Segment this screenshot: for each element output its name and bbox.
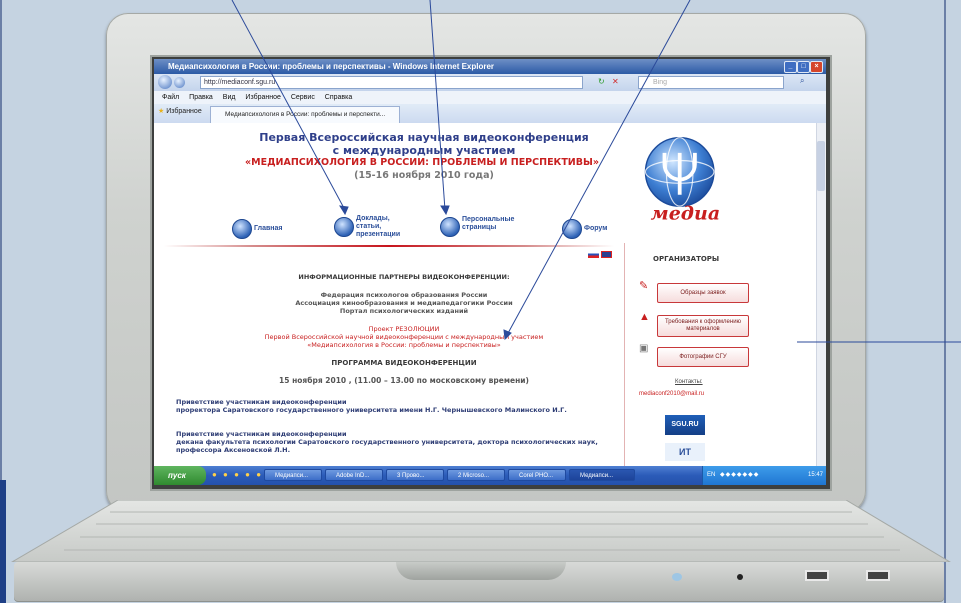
requirements-button[interactable]: Требования к оформлению материалов xyxy=(657,315,749,337)
person-icon xyxy=(440,217,460,237)
flag-ru-icon[interactable] xyxy=(588,251,599,258)
nav-home-label: Главная xyxy=(254,225,283,232)
nav-bar: Главная Доклады, статьи, презентации Пер… xyxy=(154,213,624,243)
task-1[interactable]: Медиапси... xyxy=(264,469,322,481)
contacts-label: Контакты: xyxy=(675,379,703,385)
sgu-logo[interactable]: SGU.RU xyxy=(665,415,705,435)
scrollbar-thumb[interactable] xyxy=(817,141,825,191)
stop-icon[interactable]: ✕ xyxy=(612,77,619,86)
partner-3[interactable]: Портал психологических изданий xyxy=(214,307,594,315)
page-title-line2: с международным участием xyxy=(332,144,516,157)
lid-latch xyxy=(396,562,566,580)
sgu-logo-text: SGU.RU xyxy=(671,421,699,428)
page-title-line1: Первая Всероссийская научная видеоконфер… xyxy=(259,131,589,144)
search-icon[interactable]: ⌕ xyxy=(800,76,804,86)
sidebar-header: ОРГАНИЗАТОРЫ xyxy=(653,255,720,263)
menu-view[interactable]: Вид xyxy=(223,94,236,101)
resolution-title[interactable]: Проект РЕЗОЛЮЦИИ xyxy=(214,325,594,333)
nav-personal-label: Персональные страницы xyxy=(462,216,515,231)
forward-button[interactable] xyxy=(174,77,185,88)
task-6[interactable]: Медиапси... xyxy=(569,469,635,481)
program-header: ПРОГРАММА ВИДЕОКОНФЕРЕНЦИИ xyxy=(331,359,477,367)
laptop-screen: Медиапсихология в России: проблемы и пер… xyxy=(154,59,826,485)
window-title-bar: Медиапсихология в России: проблемы и пер… xyxy=(154,59,826,74)
pencil-icon: ✎ xyxy=(639,280,649,292)
nav-forum-label: Форум xyxy=(584,225,608,232)
partner-logo-text: ИТ xyxy=(679,447,691,457)
star-icon: ★ xyxy=(158,108,167,115)
favorites-label: Избранное xyxy=(166,108,202,115)
partner-logo[interactable]: ИТ xyxy=(665,443,705,461)
task-2[interactable]: Adobe InD... xyxy=(325,469,383,481)
maximize-button[interactable]: □ xyxy=(797,61,810,73)
usb-port-2-icon xyxy=(866,570,890,581)
system-tray: EN ◆◆◆◆◆◆◆ 15:47 xyxy=(702,466,826,485)
resolution-line1[interactable]: Первой Всероссийской научной видеоконфер… xyxy=(194,333,614,341)
back-button[interactable] xyxy=(158,75,172,89)
samples-button[interactable]: Образцы заявок xyxy=(657,283,749,303)
power-led-icon xyxy=(672,573,682,581)
partner-1[interactable]: Федерация психологов образования России xyxy=(214,291,594,299)
greeting2-body: декана факультета психологии Саратовског… xyxy=(176,438,598,454)
program-date: 15 ноября 2010 , (11.00 – 13.00 по моско… xyxy=(279,376,529,385)
clock: 15:47 xyxy=(807,472,823,478)
usb-port-1-icon xyxy=(805,570,829,581)
warning-icon: ▲ xyxy=(639,311,650,323)
tab-active[interactable]: Медиапсихология в России: проблемы и пер… xyxy=(210,106,400,123)
menu-favorites[interactable]: Избранное xyxy=(245,94,280,101)
partners-header: ИНФОРМАЦИОННЫЕ ПАРТНЕРЫ ВИДЕОКОНФЕРЕНЦИИ… xyxy=(298,273,510,281)
address-input[interactable]: http://mediaconf.sgu.ru xyxy=(200,76,583,89)
flag-en-icon[interactable] xyxy=(601,251,612,258)
headphone-jack-icon xyxy=(737,574,743,580)
nav-divider xyxy=(164,245,614,247)
greeting1-body: проректора Саратовского государственного… xyxy=(176,406,567,414)
nav-reports-label: Доклады, статьи, презентации xyxy=(356,215,401,238)
refresh-icon[interactable]: ↻ xyxy=(598,77,605,86)
task-5[interactable]: Corel PHO... xyxy=(508,469,566,481)
start-button[interactable]: пуск xyxy=(154,466,206,485)
menu-edit[interactable]: Правка xyxy=(189,94,213,101)
taskbar: пуск ● ● ● ● ● Медиапси... Adobe InD... … xyxy=(154,466,826,485)
page-content: Первая Всероссийская научная видеоконфер… xyxy=(154,123,816,466)
media-logo: медиа xyxy=(644,136,721,224)
close-button[interactable]: × xyxy=(810,61,823,73)
task-4[interactable]: 2 Microso... xyxy=(447,469,505,481)
task-3[interactable]: 3 Прово... xyxy=(386,469,444,481)
forum-icon xyxy=(562,219,582,239)
logo-text: медиа xyxy=(651,202,721,224)
language-indicator[interactable]: EN xyxy=(707,472,715,478)
menu-help[interactable]: Справка xyxy=(325,94,352,101)
laptop-keyboard-deck xyxy=(11,500,951,562)
resolution-line2[interactable]: «Медиапсихология в России: проблемы и пе… xyxy=(214,341,594,349)
tray-icons[interactable]: ◆◆◆◆◆◆◆ xyxy=(720,472,759,478)
home-icon xyxy=(232,219,252,239)
language-flags xyxy=(588,251,614,259)
window-title: Медиапсихология в России: проблемы и пер… xyxy=(168,62,495,71)
favorites-button[interactable]: ★ Избранное xyxy=(158,107,202,115)
minimize-button[interactable]: _ xyxy=(784,61,797,73)
search-input[interactable]: Bing xyxy=(638,76,784,89)
page-title-line4: (15-16 ноября 2010 года) xyxy=(354,170,494,181)
address-toolbar: http://mediaconf.sgu.ru ↻ ✕ Bing ⌕ xyxy=(154,74,826,91)
sidebar: ОРГАНИЗАТОРЫ ✎ Образцы заявок ▲ Требован… xyxy=(624,243,815,466)
menu-tools[interactable]: Сервис xyxy=(291,94,315,101)
quicklaunch-icons[interactable]: ● ● ● ● ● xyxy=(212,470,263,479)
contact-email[interactable]: mediaconf2010@mail.ru xyxy=(639,391,704,397)
document-icon xyxy=(334,217,354,237)
camera-icon: ▣ xyxy=(639,343,649,354)
search-placeholder: Bing xyxy=(653,79,668,86)
photos-button[interactable]: Фотографии СГУ xyxy=(657,347,749,367)
menu-bar: Файл Правка Вид Избранное Сервис Справка xyxy=(154,91,826,104)
greeting1-title: Приветствие участникам видеоконференции xyxy=(176,398,347,406)
tab-bar: ★ Избранное Медиапсихология в России: пр… xyxy=(154,104,826,124)
greeting2-title: Приветствие участникам видеоконференции xyxy=(176,430,347,438)
page-title-line3: «МЕДИАПСИХОЛОГИЯ В РОССИИ: ПРОБЛЕМЫ И ПЕ… xyxy=(245,157,599,168)
menu-file[interactable]: Файл xyxy=(162,94,179,101)
partner-2[interactable]: Ассоциация кинообразования и медиапедаго… xyxy=(214,299,594,307)
